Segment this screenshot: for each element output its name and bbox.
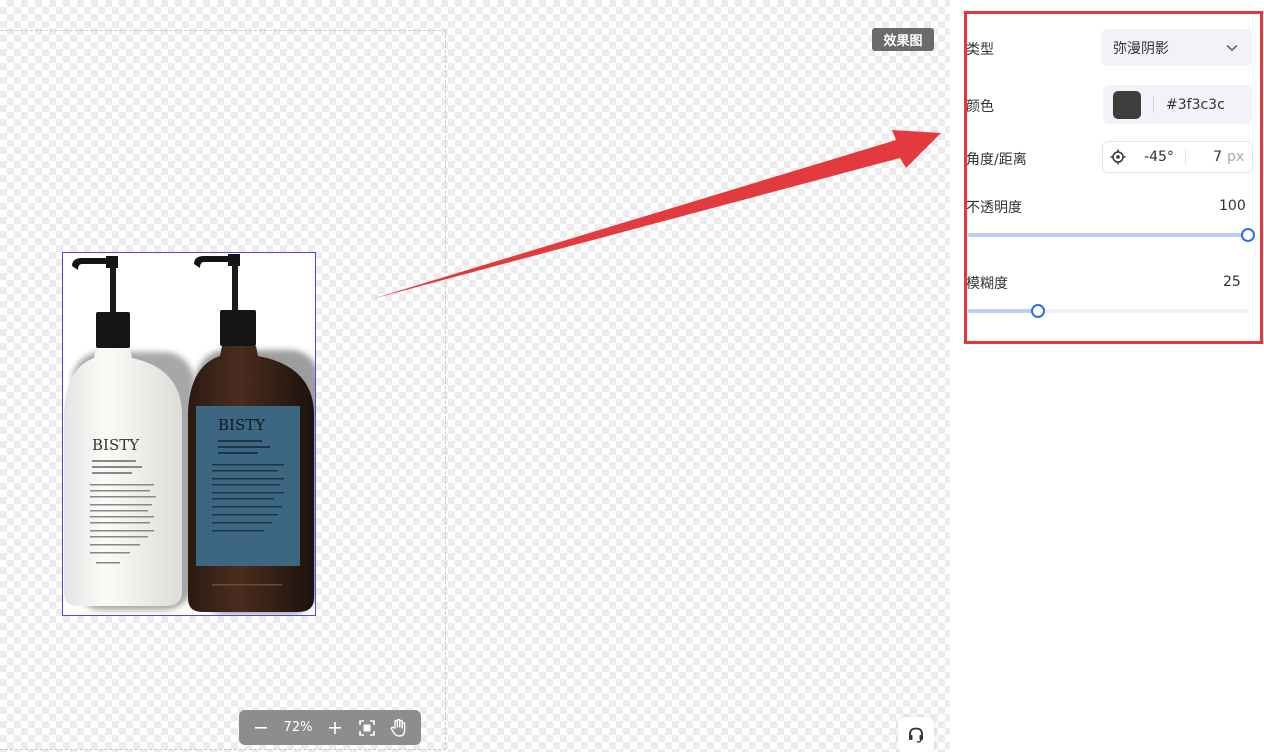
crosshair-icon — [1110, 149, 1126, 165]
color-label: 颜色 — [966, 99, 994, 115]
distance-input[interactable]: 7 — [1186, 149, 1222, 165]
blur-slider-fill — [968, 309, 1038, 313]
opacity-value[interactable]: 100 — [1219, 198, 1246, 214]
angle-distance-field: -45° 7 px — [1102, 141, 1253, 173]
shadow-color-field[interactable]: #3f3c3c — [1103, 85, 1252, 124]
color-hex-value[interactable]: #3f3c3c — [1166, 97, 1225, 113]
opacity-slider-thumb[interactable] — [1241, 228, 1255, 242]
zoom-level: 72% — [283, 720, 313, 735]
blur-label: 模糊度 — [966, 276, 1008, 292]
effect-preview-badge[interactable]: 效果图 — [872, 28, 934, 51]
color-divider — [1153, 96, 1154, 113]
blur-slider-thumb[interactable] — [1031, 304, 1045, 318]
angle-input[interactable]: -45° — [1133, 149, 1185, 165]
zoom-toolbar: 72% — [239, 710, 421, 745]
selection-box[interactable] — [62, 252, 316, 616]
opacity-slider[interactable] — [968, 228, 1255, 242]
chevron-down-icon — [1226, 44, 1238, 51]
blur-slider[interactable] — [968, 304, 1248, 318]
minus-icon — [255, 726, 267, 729]
opacity-slider-fill — [968, 233, 1248, 237]
fit-screen-button[interactable] — [357, 710, 377, 745]
canvas-area[interactable]: BISTY BISTY 效果图 72% — [0, 0, 950, 752]
headset-icon — [909, 727, 923, 743]
fit-screen-icon — [359, 719, 375, 736]
distance-unit: px — [1227, 149, 1245, 165]
zoom-out-button[interactable] — [239, 710, 283, 745]
pan-tool-button[interactable] — [377, 710, 421, 745]
angle-picker-button[interactable] — [1103, 149, 1133, 165]
angle-distance-label: 角度/距离 — [966, 152, 1027, 168]
hand-icon — [390, 718, 406, 737]
type-label: 类型 — [966, 42, 994, 58]
color-swatch[interactable] — [1113, 90, 1141, 119]
support-button[interactable] — [898, 717, 934, 752]
plus-icon — [329, 721, 341, 734]
blur-value[interactable]: 25 — [1223, 274, 1241, 290]
shadow-type-select[interactable]: 弥漫阴影 — [1101, 29, 1252, 66]
shadow-type-value: 弥漫阴影 — [1113, 40, 1169, 57]
zoom-in-button[interactable] — [313, 710, 357, 745]
opacity-label: 不透明度 — [966, 200, 1022, 216]
